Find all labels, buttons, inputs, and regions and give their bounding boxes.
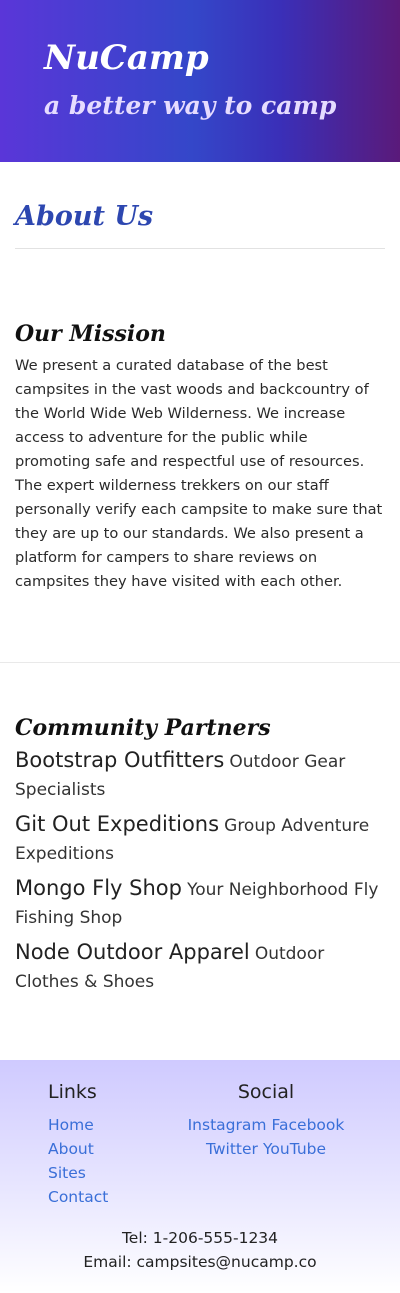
footer-links: Links Home About Sites Contact <box>48 1080 108 1209</box>
social-link-instagram[interactable]: Instagram <box>188 1116 267 1134</box>
partner-name: Node Outdoor Apparel <box>15 940 250 964</box>
footer-link-about[interactable]: About <box>48 1137 108 1161</box>
partner-name: Mongo Fly Shop <box>15 876 182 900</box>
social-heading: Social <box>237 1081 295 1103</box>
partner-name: Git Out Expeditions <box>15 812 220 836</box>
social-link-facebook[interactable]: Facebook <box>272 1116 345 1134</box>
mission-text: We present a curated database of the bes… <box>15 357 383 590</box>
footer-link-contact[interactable]: Contact <box>48 1185 108 1209</box>
footer-link-sites[interactable]: Sites <box>48 1161 108 1185</box>
partners-heading: Community Partners <box>15 715 271 741</box>
contact-phone: Tel: 1-206-555-1234 <box>121 1229 279 1247</box>
partner-item: Node Outdoor Apparel Outdoor Clothes & S… <box>15 938 385 996</box>
about-section: About Us <box>0 162 400 249</box>
contact-email: Email: campsites@nucamp.co <box>83 1253 317 1271</box>
contact-info: Tel: 1-206-555-1234 Email: campsites@nuc… <box>0 1226 400 1274</box>
footer: Links Home About Sites Contact Social In… <box>0 1060 400 1293</box>
social-link-twitter[interactable]: Twitter <box>206 1140 258 1158</box>
social-row: Instagram Facebook <box>150 1113 382 1137</box>
brand-tagline: a better way to camp <box>44 91 337 120</box>
mission-heading: Our Mission <box>15 321 166 347</box>
footer-link-home[interactable]: Home <box>48 1113 108 1137</box>
partner-item: Bootstrap Outfitters Outdoor Gear Specia… <box>15 746 385 804</box>
footer-social: Social Instagram Facebook Twitter YouTub… <box>150 1080 382 1161</box>
partner-item: Git Out Expeditions Group Adventure Expe… <box>15 810 385 868</box>
page-title: About Us <box>15 201 154 232</box>
partner-item: Mongo Fly Shop Your Neighborhood Fly Fis… <box>15 874 385 932</box>
social-link-youtube[interactable]: YouTube <box>263 1140 326 1158</box>
partners-section: Community Partners Bootstrap Outfitters … <box>0 663 400 996</box>
partner-name: Bootstrap Outfitters <box>15 748 225 772</box>
links-heading: Links <box>48 1081 97 1103</box>
header-banner: NuCamp a better way to camp <box>0 0 400 162</box>
social-row: Twitter YouTube <box>150 1137 382 1161</box>
brand-title: NuCamp <box>44 38 209 78</box>
mission-section: Our Mission We present a curated databas… <box>0 249 400 594</box>
